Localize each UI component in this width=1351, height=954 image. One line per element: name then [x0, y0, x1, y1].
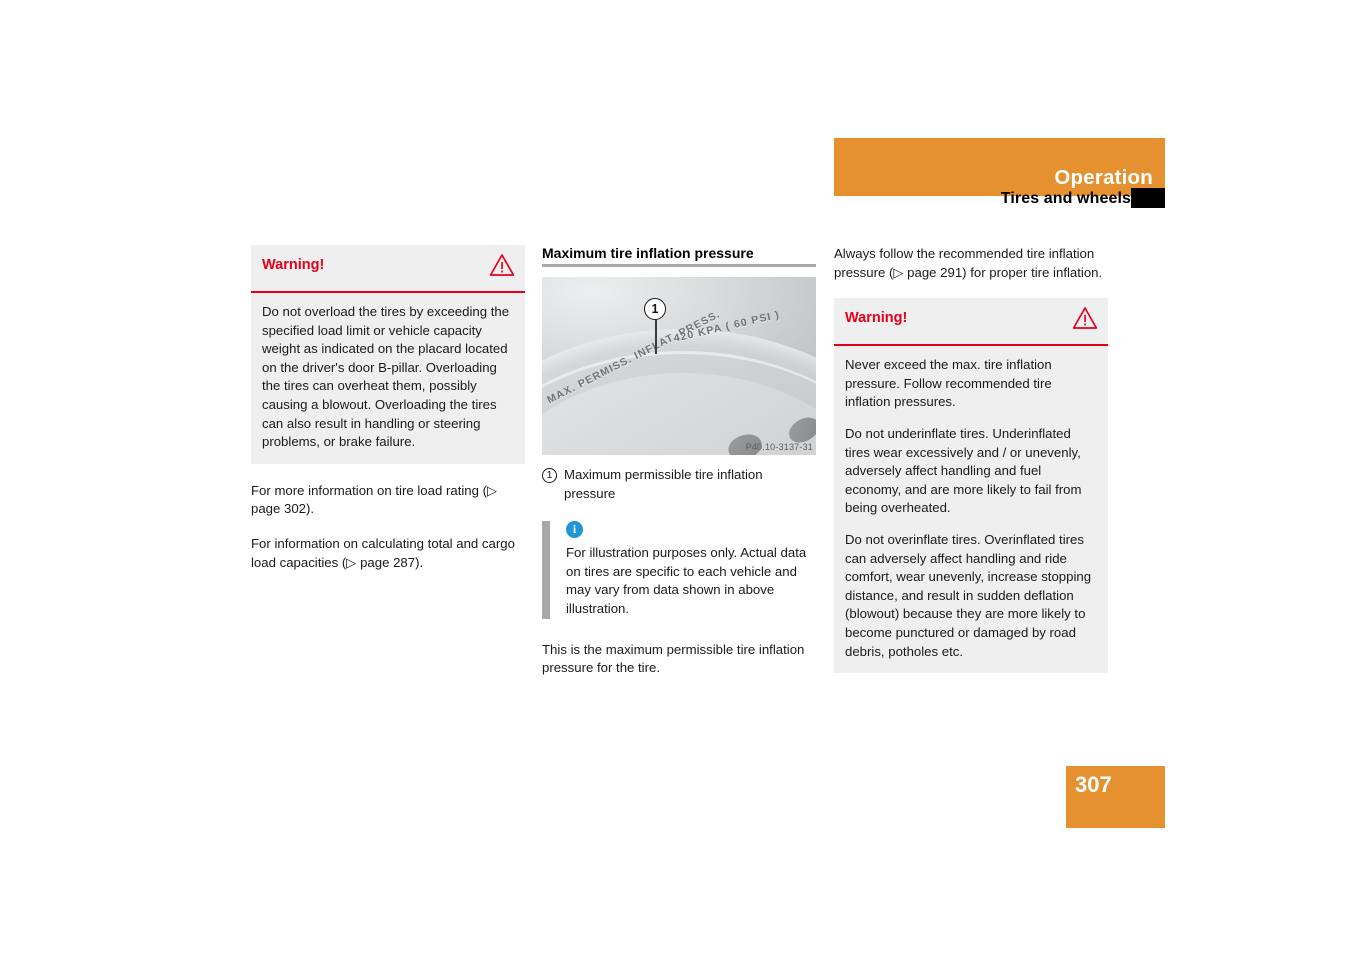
- tire-load-rating-reference: For more information on tire load rating…: [251, 482, 498, 517]
- figure-callout-1: 1: [644, 298, 668, 354]
- info-note-box: i For illustration purposes only. Actual…: [542, 521, 816, 619]
- page-number: 307: [1075, 772, 1112, 797]
- warning-triangle-icon: [489, 253, 515, 277]
- callout-leader-line: [655, 320, 657, 354]
- warning-paragraph-never-exceed: Never exceed the max. tire inflation pre…: [845, 357, 1052, 410]
- warning-paragraph: Do not overload the tires by exceeding t…: [262, 304, 510, 450]
- chapter-thumb-tab: [1131, 188, 1165, 208]
- middle-column: Maximum tire inflation pressure MAX. PER…: [542, 245, 816, 694]
- right-column: Always follow the recommended tire infla…: [834, 245, 1108, 691]
- page-section-title: Operation: [1054, 166, 1153, 189]
- page-subsection-title: Tires and wheels: [1000, 190, 1131, 207]
- caption-number: 1: [542, 468, 557, 483]
- warning-triangle-icon: [1072, 306, 1098, 330]
- warning-box-overload: Warning! Do not overload the tires by ex…: [251, 245, 525, 464]
- warning-body: Never exceed the max. tire inflation pre…: [834, 346, 1108, 673]
- cargo-load-capacity-reference: For information on calculating total and…: [251, 535, 515, 570]
- warning-box-inflation: Warning! Never exceed the max. tire infl…: [834, 298, 1108, 674]
- warning-body: Do not overload the tires by exceeding t…: [251, 293, 525, 464]
- heading-rule: [542, 264, 816, 267]
- recommended-pressure-reference: Always follow the recommended tire infla…: [834, 246, 1103, 280]
- max-pressure-description: This is the maximum permissible tire inf…: [542, 641, 805, 676]
- section-heading: Maximum tire inflation pressure: [542, 245, 754, 261]
- warning-title: Warning!: [845, 310, 908, 327]
- warning-paragraph-underinflate: Do not underinflate tires. Underinflated…: [845, 425, 1082, 516]
- warning-header: Warning!: [834, 298, 1108, 347]
- page-number-block: 307: [1066, 766, 1165, 828]
- warning-title: Warning!: [262, 257, 325, 273]
- warning-paragraph-overinflate: Do not overinflate tires. Overinflated t…: [845, 531, 1092, 659]
- warning-header: Warning!: [251, 245, 525, 293]
- caption-text: Maximum permissible tire inflation press…: [564, 467, 763, 501]
- tire-sidewall-figure: MAX. PERMISS. INFLAT. PRESS. 420 KPA ( 6…: [542, 277, 816, 455]
- header-band: Operation: [834, 138, 1165, 196]
- info-side-bar: [542, 521, 550, 619]
- info-icon: i: [566, 521, 583, 539]
- figure-caption: 1 Maximum permissible tire inflation pre…: [542, 466, 816, 503]
- left-column: Warning! Do not overload the tires by ex…: [251, 245, 525, 588]
- figure-reference-code: P40.10-3137-31: [745, 442, 813, 452]
- info-text: For illustration purposes only. Actual d…: [566, 545, 807, 616]
- callout-number: 1: [644, 298, 666, 320]
